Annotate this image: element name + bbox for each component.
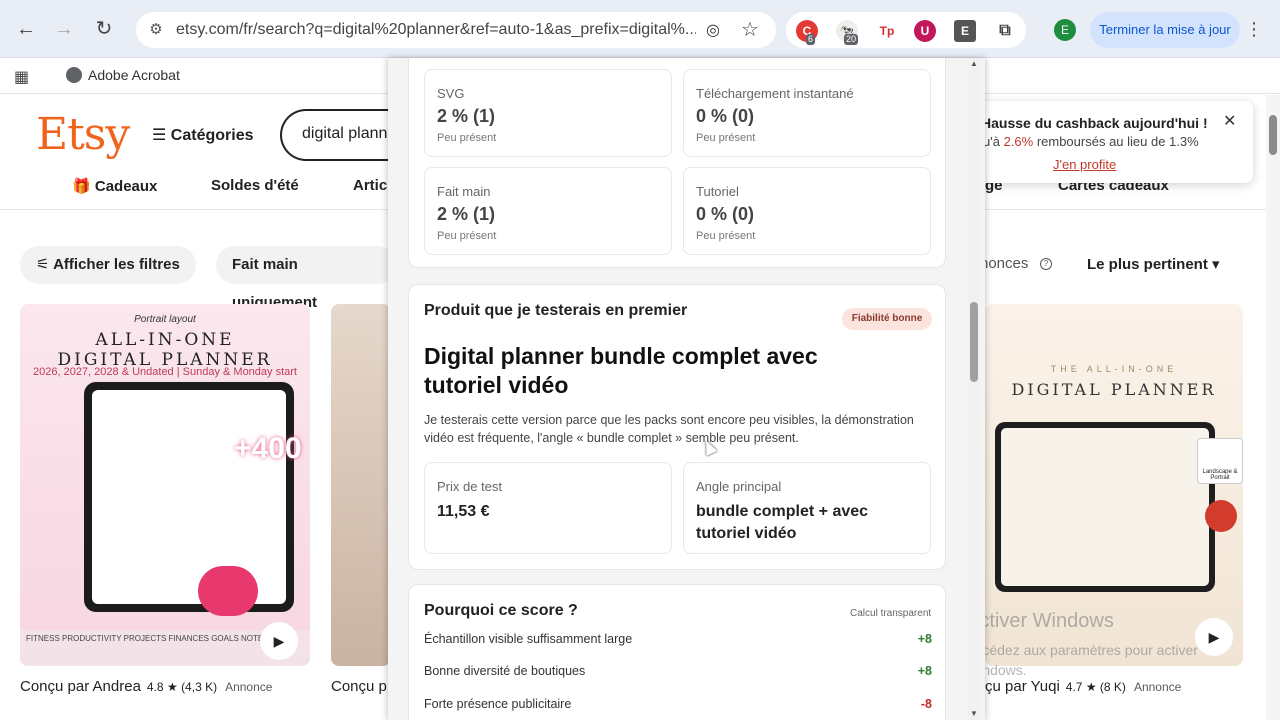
product-meta-andrea[interactable]: Conçu par Andrea 4.8 ★ (4,3 K) Annonce: [20, 678, 272, 695]
ads-label: nonces: [980, 255, 1029, 272]
score-row: Forte présence publicitaire -8: [424, 697, 932, 711]
scroll-down-arrow-icon[interactable]: ▼: [968, 708, 980, 720]
categories-button[interactable]: ☰ Catégories: [152, 125, 254, 145]
stats-card: SVG 2 % (1) Peu présent Téléchargement i…: [408, 58, 946, 268]
extension-badge: 20: [844, 34, 859, 45]
play-icon[interactable]: ▶: [260, 622, 298, 660]
analysis-panel: SVG 2 % (1) Peu présent Téléchargement i…: [388, 58, 985, 720]
sticker-badge: [1205, 500, 1237, 532]
image-title: ALL-IN-ONE DIGITAL PLANNER: [57, 330, 273, 370]
page-scroll-thumb[interactable]: [1269, 115, 1277, 155]
stat-svg: SVG 2 % (1) Peu présent: [424, 69, 672, 157]
shield-extension-icon[interactable]: U: [914, 20, 936, 42]
close-icon[interactable]: ✕: [1223, 111, 1236, 131]
panel-scrollbar[interactable]: ▲ ▼: [968, 58, 980, 720]
star-icon: ★: [166, 680, 178, 694]
extension-badge: 6: [806, 34, 816, 45]
windows-watermark-subtitle: Accédez aux paramètres pour activer Wind…: [966, 642, 1198, 678]
tablet-screen: [92, 390, 286, 604]
nav-gifts[interactable]: 🎁 Cadeaux: [72, 177, 157, 195]
nav-summer-sales[interactable]: Soldes d'été: [211, 177, 299, 194]
etsy-logo[interactable]: Etsy: [36, 109, 130, 160]
browser-toolbar: ← → ↻ ⚙ etsy.com/fr/search?q=digital%20p…: [0, 0, 1280, 58]
browser-menu-icon[interactable]: ⋮: [1244, 17, 1264, 41]
score-row: Bonne diversité de boutiques +8: [424, 664, 932, 678]
tablet-screen: [1001, 428, 1209, 586]
scroll-up-arrow-icon[interactable]: ▲: [968, 58, 980, 70]
google-lens-icon[interactable]: ◎: [702, 20, 724, 42]
stat-instant-download: Téléchargement instantané 0 % (0) Peu pr…: [683, 69, 931, 157]
score-row: Échantillon visible suffisamment large +…: [424, 632, 932, 646]
orientation-label: Landscape & Portrait: [1197, 438, 1243, 484]
image-title-small: THE ALL-IN-ONE: [1050, 364, 1178, 374]
e-extension-icon[interactable]: E: [954, 20, 976, 42]
extensions-group: C 6 🐄 20 Tp U E ⧉: [786, 12, 1026, 48]
site-settings-icon[interactable]: ⚙: [146, 20, 166, 40]
puzzle-extensions-icon[interactable]: ⧉: [994, 20, 1016, 42]
promo-cta-link[interactable]: J'en profite: [1053, 157, 1116, 172]
score-heading: Pourquoi ce score ?: [424, 602, 578, 619]
product-meta-second[interactable]: Conçu p: [331, 678, 387, 695]
test-product-title: Digital planner bundle complet avec tuto…: [424, 343, 818, 398]
star-icon: ★: [1085, 680, 1097, 694]
image-subtitle: 2026, 2027, 2028 & Undated | Sunday & Mo…: [33, 366, 297, 378]
image-title: DIGITAL PLANNER: [1011, 380, 1217, 399]
image-badge: +400: [234, 432, 302, 465]
apps-grid-icon[interactable]: ▦: [14, 67, 29, 87]
stat-tutorial: Tutoriel 0 % (0) Peu présent: [683, 167, 931, 255]
main-angle-cell: Angle principal bundle complet + avec tu…: [683, 462, 931, 554]
stat-handmade: Fait main 2 % (1) Peu présent: [424, 167, 672, 255]
page-scrollbar[interactable]: [1266, 95, 1280, 720]
tp-extension-icon[interactable]: Tp: [876, 20, 898, 42]
bookmark-adobe-acrobat[interactable]: Adobe Acrobat: [66, 67, 180, 83]
url-text[interactable]: etsy.com/fr/search?q=digital%20planner&r…: [176, 21, 696, 39]
test-product-heading: Produit que je testerais en premier: [424, 302, 688, 319]
cashback-popup: Hausse du cashback aujourd'hui ! u'à 2.6…: [965, 101, 1253, 183]
product-meta-yuqi[interactable]: çu par Yuqi 4.7 ★ (8 K) Annonce: [985, 678, 1181, 695]
handmade-only-button[interactable]: Fait main uniquement: [216, 246, 396, 311]
filter-icon: ⚟: [36, 256, 50, 273]
windows-watermark-title: Activer Windows: [966, 610, 1114, 632]
info-icon[interactable]: ?: [1040, 258, 1052, 270]
heart-sticker: [198, 566, 258, 616]
panel-scroll-thumb[interactable]: [970, 302, 978, 382]
image-tag: Portrait layout: [134, 314, 196, 325]
reload-icon[interactable]: ↻: [92, 17, 116, 41]
show-filters-button[interactable]: ⚟ Afficher les filtres: [20, 246, 196, 284]
forward-arrow-icon[interactable]: →: [52, 17, 76, 41]
sort-dropdown[interactable]: Le plus pertinent ▾: [1087, 255, 1220, 273]
caret-down-icon: ▾: [1212, 256, 1220, 273]
tablet-illustration: [84, 382, 294, 612]
back-arrow-icon[interactable]: ←: [14, 17, 38, 41]
test-price-cell: Prix de test 11,53 €: [424, 462, 672, 554]
address-bar[interactable]: ⚙ etsy.com/fr/search?q=digital%20planner…: [136, 12, 776, 48]
tablet-illustration: [995, 422, 1215, 592]
promo-title: Hausse du cashback aujourd'hui !: [981, 115, 1208, 131]
product-image-second[interactable]: [331, 304, 391, 666]
globe-icon: [66, 67, 82, 83]
bookmark-star-icon[interactable]: ☆: [738, 18, 762, 42]
nav-articles[interactable]: Artic: [353, 177, 387, 194]
update-button[interactable]: Terminer la mise à jour: [1090, 12, 1240, 48]
promo-text: u'à 2.6% remboursés au lieu de 1.3%: [983, 134, 1199, 149]
gift-icon: 🎁: [72, 178, 91, 195]
score-note: Calcul transparent: [850, 608, 932, 619]
test-product-description: Je testerais cette version parce que les…: [424, 413, 914, 445]
reliability-badge: Fiabilité bonne: [842, 308, 932, 330]
profile-avatar[interactable]: E: [1054, 19, 1076, 41]
product-image-andrea[interactable]: Portrait layout ALL-IN-ONE DIGITAL PLANNE…: [20, 304, 310, 666]
